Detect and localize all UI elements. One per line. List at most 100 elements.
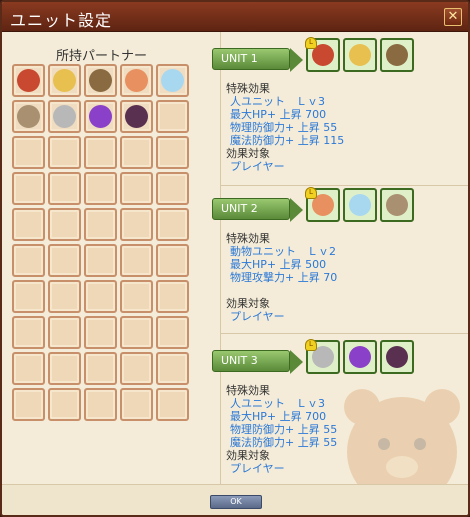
empty-partner-slot[interactable]: [156, 208, 189, 241]
unit-member-slot[interactable]: L: [305, 187, 340, 222]
partner-slot[interactable]: [48, 64, 81, 97]
title-bar[interactable]: ユニット設定 ✕: [2, 2, 468, 32]
arrow-right-icon: [290, 48, 303, 72]
empty-partner-slot[interactable]: [156, 136, 189, 169]
effect-value: 最大HP+ 上昇 700: [230, 108, 327, 121]
target-value: プレイヤー: [230, 462, 285, 475]
empty-partner-slot[interactable]: [120, 244, 153, 277]
effect-value: 魔法防御力+ 上昇 55: [230, 436, 338, 449]
empty-partner-slot[interactable]: [48, 316, 81, 349]
unit-member-slot[interactable]: [380, 38, 414, 72]
effect-value: 物理防御力+ 上昇 55: [230, 423, 338, 436]
brown-hood-girl-icon: [386, 44, 408, 66]
empty-partner-slot[interactable]: [84, 244, 117, 277]
empty-partner-slot[interactable]: [120, 172, 153, 205]
unit-member-slot[interactable]: [343, 188, 377, 222]
unit-divider: [221, 185, 468, 186]
empty-partner-slot[interactable]: [12, 172, 45, 205]
empty-partner-slot[interactable]: [156, 316, 189, 349]
window-title: ユニット設定: [10, 11, 113, 30]
target-value: プレイヤー: [230, 310, 285, 323]
unit-tag: UNIT 2: [212, 198, 290, 220]
unit-member-slot[interactable]: L: [305, 37, 340, 72]
unit-tag: UNIT 1: [212, 48, 290, 70]
partner-grid: [12, 64, 189, 421]
unit-member-slot[interactable]: L: [305, 339, 340, 374]
partner-slot[interactable]: [120, 100, 153, 133]
empty-partner-slot[interactable]: [12, 280, 45, 313]
empty-partner-slot[interactable]: [156, 172, 189, 205]
empty-partner-slot[interactable]: [84, 208, 117, 241]
unit-effects: 特殊効果 人ユニット Ｌｖ3 最大HP+ 上昇 700 物理防御力+ 上昇 55 魔法防…: [226, 82, 344, 173]
effect-label: 特殊効果: [226, 384, 270, 397]
partners-title: 所持パートナー: [56, 49, 148, 64]
unit-member-slot[interactable]: [380, 340, 414, 374]
empty-partner-slot[interactable]: [48, 136, 81, 169]
arrow-right-icon: [290, 198, 303, 222]
empty-partner-slot[interactable]: [84, 316, 117, 349]
empty-partner-slot[interactable]: [156, 388, 189, 421]
unit-member-slot[interactable]: [380, 188, 414, 222]
dark-haired-girl-icon: [125, 105, 148, 128]
effect-label: 特殊効果: [226, 232, 270, 245]
purple-dragon-icon: [349, 346, 371, 368]
ice-fairy-icon: [161, 69, 184, 92]
empty-partner-slot[interactable]: [48, 388, 81, 421]
unit-member-slot[interactable]: [343, 340, 377, 374]
empty-partner-slot[interactable]: [84, 280, 117, 313]
empty-partner-slot[interactable]: [12, 136, 45, 169]
effect-value: 最大HP+ 上昇 700: [230, 410, 327, 423]
dark-haired-girl-icon: [386, 346, 408, 368]
empty-partner-slot[interactable]: [84, 172, 117, 205]
empty-partner-slot[interactable]: [12, 352, 45, 385]
unit-members: L: [305, 187, 414, 222]
empty-partner-slot[interactable]: [120, 208, 153, 241]
partner-slot[interactable]: [12, 64, 45, 97]
partner-slot[interactable]: [120, 64, 153, 97]
partner-slot[interactable]: [12, 100, 45, 133]
empty-partner-slot[interactable]: [12, 244, 45, 277]
empty-partner-slot[interactable]: [48, 172, 81, 205]
empty-partner-slot[interactable]: [120, 136, 153, 169]
blonde-girl-icon: [349, 44, 371, 66]
empty-partner-slot[interactable]: [12, 316, 45, 349]
empty-partner-slot[interactable]: [84, 388, 117, 421]
bear-ears-girl-icon: [125, 69, 148, 92]
empty-partner-slot[interactable]: [156, 244, 189, 277]
blonde-girl-icon: [53, 69, 76, 92]
ice-fairy-icon: [349, 194, 371, 216]
effect-value: 物理防御力+ 上昇 55: [230, 121, 338, 134]
empty-partner-slot[interactable]: [120, 388, 153, 421]
partner-slot[interactable]: [84, 64, 117, 97]
empty-partner-slot[interactable]: [84, 352, 117, 385]
empty-partner-slot[interactable]: [120, 316, 153, 349]
unit-member-slot[interactable]: [343, 38, 377, 72]
empty-partner-slot[interactable]: [48, 208, 81, 241]
target-label: 効果対象: [226, 297, 270, 310]
empty-partner-slot[interactable]: [156, 352, 189, 385]
effect-label: 特殊効果: [226, 82, 270, 95]
empty-partner-slot[interactable]: [120, 280, 153, 313]
silver-haired-girl-icon: [53, 105, 76, 128]
empty-partner-slot[interactable]: [156, 280, 189, 313]
empty-partner-slot[interactable]: [156, 100, 189, 133]
target-label: 効果対象: [226, 147, 270, 160]
empty-partner-slot[interactable]: [120, 352, 153, 385]
empty-partner-slot[interactable]: [12, 388, 45, 421]
partner-slot[interactable]: [48, 100, 81, 133]
unit-tag: UNIT 3: [212, 350, 290, 372]
target-label: 効果対象: [226, 449, 270, 462]
leader-crown-icon: L: [305, 339, 317, 351]
empty-partner-slot[interactable]: [84, 136, 117, 169]
effect-value: 人ユニット Ｌｖ3: [230, 95, 325, 108]
close-button[interactable]: ✕: [444, 8, 462, 26]
empty-partner-slot[interactable]: [48, 280, 81, 313]
empty-partner-slot[interactable]: [12, 208, 45, 241]
empty-partner-slot[interactable]: [48, 244, 81, 277]
unit-divider: [221, 333, 468, 334]
partner-slot[interactable]: [156, 64, 189, 97]
unit-effects: 特殊効果 動物ユニット Ｌｖ2 最大HP+ 上昇 500 物理攻撃力+ 上昇 70 効果…: [226, 232, 337, 323]
empty-partner-slot[interactable]: [48, 352, 81, 385]
partner-slot[interactable]: [84, 100, 117, 133]
ok-button[interactable]: OK: [210, 495, 262, 509]
